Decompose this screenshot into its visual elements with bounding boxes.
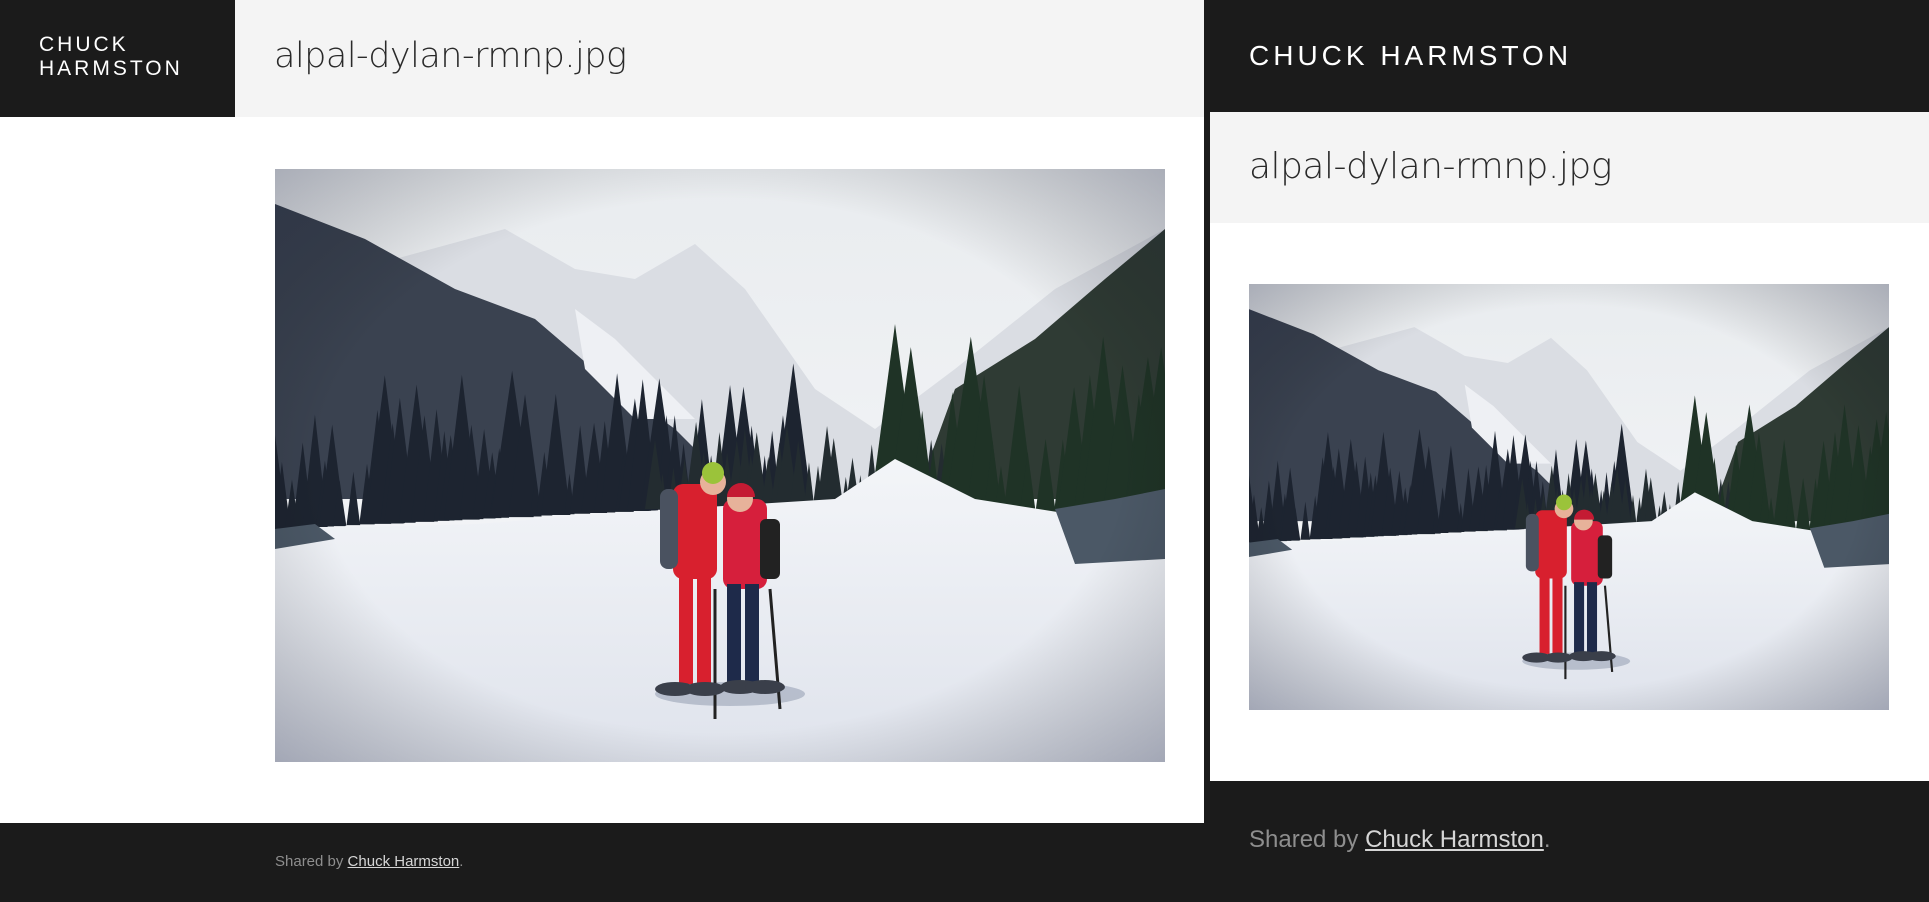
main-content [0,117,1204,823]
mobile-view: CHUCK HARMSTON alpal-dylan-rmnp.jpg Shar… [1210,0,1929,902]
page-title: alpal-dylan-rmnp.jpg [1249,146,1612,187]
shared-photo[interactable] [275,169,1165,762]
page-title: alpal-dylan-rmnp.jpg [274,36,627,76]
desktop-view: CHUCK HARMSTON alpal-dylan-rmnp.jpg Shar… [0,0,1204,902]
page-header: alpal-dylan-rmnp.jpg [235,0,1204,117]
logo-line-2: HARMSTON [39,57,183,80]
footer-suffix: . [1543,826,1551,853]
author-link[interactable]: Chuck Harmston [1365,826,1544,853]
shared-photo[interactable] [1249,284,1889,710]
logo-line-1: CHUCK [39,33,129,56]
footer-prefix: Shared by [1249,826,1366,853]
footer-text: Shared by Chuck Harmston. [1249,826,1550,854]
page-header: alpal-dylan-rmnp.jpg [1210,112,1929,223]
site-logo[interactable]: CHUCK HARMSTON [1249,40,1572,72]
footer: Shared by Chuck Harmston. [0,823,1204,902]
main-content [1210,223,1929,781]
footer-suffix: . [459,853,464,870]
author-link[interactable]: Chuck Harmston [348,853,460,870]
site-logo[interactable]: CHUCK HARMSTON [0,0,235,117]
footer-text: Shared by Chuck Harmston. [275,853,463,870]
footer-prefix: Shared by [275,853,348,870]
